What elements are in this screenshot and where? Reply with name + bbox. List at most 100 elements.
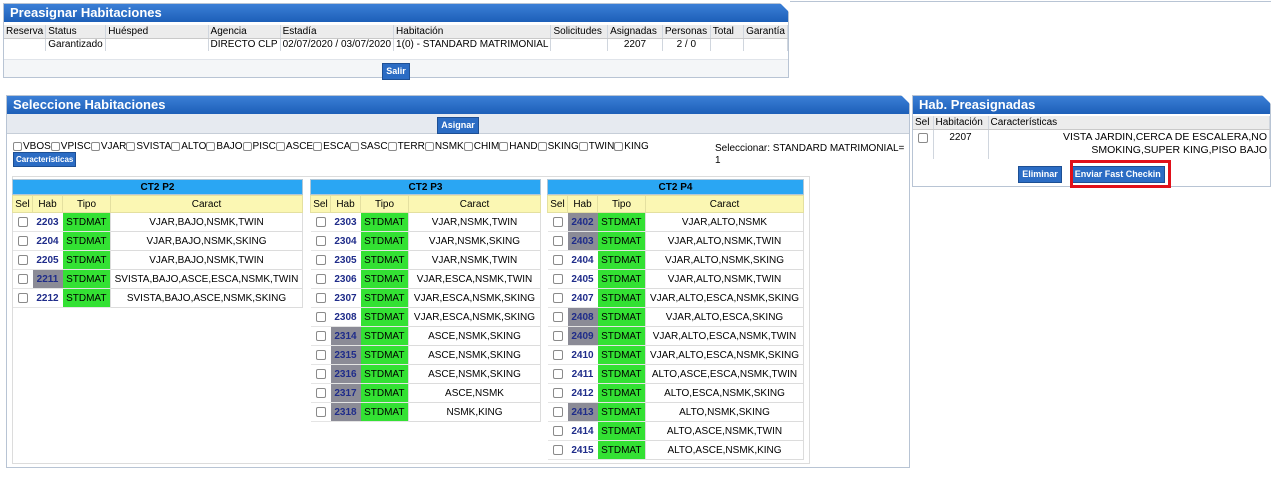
room-checkbox[interactable] — [17, 254, 28, 265]
room-number[interactable]: 2303 — [330, 212, 361, 232]
room-checkbox[interactable] — [552, 235, 563, 246]
room-row[interactable]: 2211 STDMAT SVISTA,BAJO,ASCE,ESCA,NSMK,TWI… — [12, 269, 303, 289]
feature-checkbox[interactable] — [424, 141, 434, 151]
room-checkbox[interactable] — [17, 235, 28, 246]
room-row[interactable]: 2408 STDMAT VJAR,ALTO,ESCA,SKING — [547, 307, 804, 327]
room-row[interactable]: 2409 STDMAT VJAR,ALTO,ESCA,NSMK,TWIN — [547, 326, 804, 346]
room-row[interactable]: 2402 STDMAT VJAR,ALTO,NSMK — [547, 212, 804, 232]
room-number[interactable]: 2413 — [567, 402, 598, 422]
room-row[interactable]: 2404 STDMAT VJAR,ALTO,NSMK,SKING — [547, 250, 804, 270]
room-number[interactable]: 2403 — [567, 231, 598, 251]
feature-filter-asce[interactable]: ASCE — [275, 141, 313, 152]
feature-checkbox[interactable] — [387, 141, 397, 151]
room-checkbox[interactable] — [315, 368, 326, 379]
feature-checkbox[interactable] — [275, 141, 285, 151]
eliminar-button[interactable]: Eliminar — [1018, 166, 1062, 183]
room-checkbox[interactable] — [315, 292, 326, 303]
room-row[interactable]: 2412 STDMAT ALTO,ESCA,NSMK,SKING — [547, 383, 804, 403]
room-row[interactable]: 2314 STDMAT ASCE,NSMK,SKING — [310, 326, 541, 346]
room-number[interactable]: 2308 — [330, 307, 361, 327]
reservation-row[interactable]: Garantizado DIRECTO CLP 02/07/2020 / 03/… — [4, 38, 788, 51]
room-row[interactable]: 2415 STDMAT ALTO,ASCE,NSMK,KING — [547, 440, 804, 460]
feature-filter-terr[interactable]: TERR — [387, 141, 425, 152]
feature-checkbox[interactable] — [206, 141, 216, 151]
room-row[interactable]: 2411 STDMAT ALTO,ASCE,ESCA,NSMK,TWIN — [547, 364, 804, 384]
room-checkbox[interactable] — [315, 216, 326, 227]
room-number[interactable]: 2409 — [567, 326, 598, 346]
room-number[interactable]: 2404 — [567, 250, 598, 270]
feature-filter-vpisc[interactable]: VPISC — [50, 141, 91, 152]
room-row[interactable]: 2303 STDMAT VJAR,NSMK,TWIN — [310, 212, 541, 232]
feature-checkbox[interactable] — [242, 141, 252, 151]
room-row[interactable]: 2413 STDMAT ALTO,NSMK,SKING — [547, 402, 804, 422]
feature-checkbox[interactable] — [171, 141, 181, 151]
room-number[interactable]: 2317 — [330, 383, 361, 403]
asignar-button[interactable]: Asignar — [437, 117, 479, 134]
room-number[interactable]: 2410 — [567, 345, 598, 365]
room-number[interactable]: 2411 — [567, 364, 598, 384]
feature-checkbox[interactable] — [126, 141, 136, 151]
room-number[interactable]: 2408 — [567, 307, 598, 327]
room-checkbox[interactable] — [315, 235, 326, 246]
room-number[interactable]: 2203 — [32, 212, 63, 232]
feature-checkbox[interactable] — [90, 141, 100, 151]
room-row[interactable]: 2318 STDMAT NSMK,KING — [310, 402, 541, 422]
room-row[interactable]: 2305 STDMAT VJAR,NSMK,TWIN — [310, 250, 541, 270]
room-checkbox[interactable] — [315, 387, 326, 398]
room-checkbox[interactable] — [552, 311, 563, 322]
feature-checkbox[interactable] — [50, 141, 60, 151]
room-number[interactable]: 2314 — [330, 326, 361, 346]
feature-checkbox[interactable] — [578, 141, 588, 151]
feature-filter-twin[interactable]: TWIN — [578, 141, 614, 152]
room-row[interactable]: 2317 STDMAT ASCE,NSMK — [310, 383, 541, 403]
feature-checkbox[interactable] — [463, 141, 473, 151]
room-number[interactable]: 2212 — [32, 288, 63, 308]
room-row[interactable]: 2307 STDMAT VJAR,ESCA,NSMK,SKING — [310, 288, 541, 308]
room-number[interactable]: 2412 — [567, 383, 598, 403]
feature-filter-nsmk[interactable]: NSMK — [424, 141, 464, 152]
feature-filter-esca[interactable]: ESCA — [313, 141, 350, 152]
feature-checkbox[interactable] — [313, 141, 323, 151]
room-number[interactable]: 2204 — [32, 231, 63, 251]
room-row[interactable]: 2414 STDMAT ALTO,ASCE,NSMK,TWIN — [547, 421, 804, 441]
room-checkbox[interactable] — [17, 273, 28, 284]
room-number[interactable]: 2304 — [330, 231, 361, 251]
salir-button[interactable]: Salir — [382, 63, 410, 80]
room-number[interactable]: 2402 — [567, 212, 598, 232]
room-checkbox[interactable] — [552, 216, 563, 227]
room-row[interactable]: 2407 STDMAT VJAR,ALTO,ESCA,NSMK,SKING — [547, 288, 804, 308]
room-row[interactable]: 2405 STDMAT VJAR,ALTO,NSMK,TWIN — [547, 269, 804, 289]
room-number[interactable]: 2414 — [567, 421, 598, 441]
room-number[interactable]: 2306 — [330, 269, 361, 289]
room-checkbox[interactable] — [552, 368, 563, 379]
room-checkbox[interactable] — [315, 273, 326, 284]
room-checkbox[interactable] — [315, 254, 326, 265]
room-checkbox[interactable] — [315, 349, 326, 360]
feature-checkbox[interactable] — [13, 141, 22, 151]
room-number[interactable]: 2415 — [567, 440, 598, 460]
room-row[interactable]: 2315 STDMAT ASCE,NSMK,SKING — [310, 345, 541, 365]
preasignada-checkbox[interactable] — [917, 132, 928, 143]
feature-checkbox[interactable] — [350, 141, 360, 151]
room-checkbox[interactable] — [552, 406, 563, 417]
feature-filter-hand[interactable]: HAND — [499, 141, 538, 152]
room-number[interactable]: 2205 — [32, 250, 63, 270]
room-row[interactable]: 2410 STDMAT VJAR,ALTO,ESCA,NSMK,SKING — [547, 345, 804, 365]
room-checkbox[interactable] — [552, 254, 563, 265]
caracteristicas-button[interactable]: Características — [13, 152, 77, 167]
room-checkbox[interactable] — [17, 216, 28, 227]
room-checkbox[interactable] — [315, 330, 326, 341]
feature-filter-pisc[interactable]: PISC — [242, 141, 276, 152]
room-checkbox[interactable] — [315, 406, 326, 417]
feature-filter-svista[interactable]: SVISTA — [126, 141, 171, 152]
room-row[interactable]: 2403 STDMAT VJAR,ALTO,NSMK,TWIN — [547, 231, 804, 251]
feature-filter-vjar[interactable]: VJAR — [90, 141, 126, 152]
room-row[interactable]: 2316 STDMAT ASCE,NSMK,SKING — [310, 364, 541, 384]
room-row[interactable]: 2203 STDMAT VJAR,BAJO,NSMK,TWIN — [12, 212, 303, 232]
room-checkbox[interactable] — [552, 387, 563, 398]
feature-filter-alto[interactable]: ALTO — [171, 141, 206, 152]
room-row[interactable]: 2304 STDMAT VJAR,NSMK,SKING — [310, 231, 541, 251]
feature-checkbox[interactable] — [499, 141, 509, 151]
feature-checkbox[interactable] — [537, 141, 547, 151]
room-number[interactable]: 2305 — [330, 250, 361, 270]
